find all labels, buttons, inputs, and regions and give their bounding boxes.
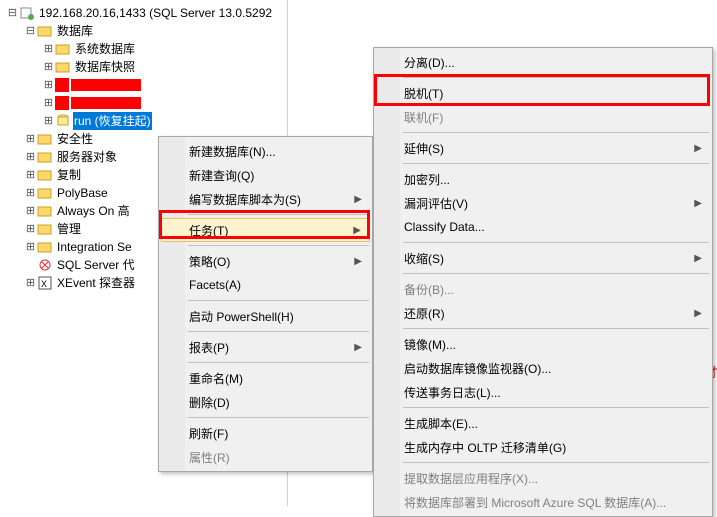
menu-encrypt-columns[interactable]: 加密列... xyxy=(376,167,710,191)
selected-db-node[interactable]: ⊞ run (恢复挂起) xyxy=(42,112,287,130)
menu-separator xyxy=(403,328,709,329)
folder-icon xyxy=(37,131,53,147)
submenu-arrow-icon: ▶ xyxy=(354,342,362,353)
submenu-arrow-icon: ▶ xyxy=(694,198,702,209)
menu-bring-online: 联机(F) xyxy=(376,105,710,129)
menu-separator xyxy=(188,331,369,332)
menu-launch-mirror-monitor[interactable]: 启动数据库镜像监视器(O)... xyxy=(376,356,710,380)
menu-restore[interactable]: 还原(R)▶ xyxy=(376,301,710,325)
expand-icon[interactable]: ⊞ xyxy=(24,274,37,292)
folder-icon xyxy=(37,185,53,201)
server-label: 192.168.20.16,1433 (SQL Server 13.0.5292 xyxy=(37,4,274,22)
menu-extract-dac: 提取数据层应用程序(X)... xyxy=(376,466,710,490)
db-snapshots-node[interactable]: ⊞ 数据库快照 xyxy=(42,58,287,76)
expand-icon[interactable]: ⊞ xyxy=(42,94,55,112)
collapse-icon[interactable]: ⊟ xyxy=(6,4,19,22)
menu-delete[interactable]: 删除(D) xyxy=(161,390,370,414)
database-context-menu: 新建数据库(N)... 新建查询(Q) 编写数据库脚本为(S)▶ 任务(T)▶ … xyxy=(158,136,373,472)
menu-generate-oltp-checklist[interactable]: 生成内存中 OLTP 迁移清单(G) xyxy=(376,435,710,459)
redacted-db-node-2[interactable]: ⊞ xyxy=(42,94,287,112)
folder-icon xyxy=(55,41,71,57)
menu-separator xyxy=(188,300,369,301)
menu-classify-data[interactable]: Classify Data... xyxy=(376,215,710,239)
menu-vulnerability-assessment[interactable]: 漏洞评估(V)▶ xyxy=(376,191,710,215)
expand-icon[interactable]: ⊞ xyxy=(24,238,37,256)
menu-separator xyxy=(403,273,709,274)
expand-icon[interactable]: ⊞ xyxy=(42,40,55,58)
menu-stretch[interactable]: 延伸(S)▶ xyxy=(376,136,710,160)
menu-new-query[interactable]: 新建查询(Q) xyxy=(161,163,370,187)
menu-deploy-azure: 将数据库部署到 Microsoft Azure SQL 数据库(A)... xyxy=(376,490,710,514)
menu-detach[interactable]: 分离(D)... xyxy=(376,50,710,74)
server-node[interactable]: ⊟ 192.168.20.16,1433 (SQL Server 13.0.52… xyxy=(6,4,287,22)
expand-icon[interactable]: ⊞ xyxy=(24,166,37,184)
submenu-arrow-icon: ▶ xyxy=(354,256,362,267)
submenu-arrow-icon: ▶ xyxy=(354,194,362,205)
database-icon xyxy=(55,113,71,129)
expand-icon[interactable]: ⊞ xyxy=(42,58,55,76)
folder-icon xyxy=(37,23,53,39)
folder-icon xyxy=(55,59,71,75)
expand-icon[interactable]: ⊞ xyxy=(24,202,37,220)
system-databases-node[interactable]: ⊞ 系统数据库 xyxy=(42,40,287,58)
folder-icon xyxy=(37,167,53,183)
expand-icon[interactable]: ⊞ xyxy=(24,220,37,238)
menu-generate-scripts[interactable]: 生成脚本(E)... xyxy=(376,411,710,435)
menu-tasks[interactable]: 任务(T)▶ xyxy=(161,218,370,242)
menu-take-offline[interactable]: 脱机(T) xyxy=(376,81,710,105)
folder-icon xyxy=(37,221,53,237)
menu-policies[interactable]: 策略(O)▶ xyxy=(161,249,370,273)
menu-mirror[interactable]: 镜像(M)... xyxy=(376,332,710,356)
agent-icon xyxy=(37,257,53,273)
redacted-text xyxy=(71,97,141,109)
redacted-text xyxy=(71,79,141,91)
xevent-icon: X xyxy=(37,275,53,291)
collapse-icon[interactable]: ⊟ xyxy=(24,22,37,40)
menu-start-powershell[interactable]: 启动 PowerShell(H) xyxy=(161,304,370,328)
menu-facets[interactable]: Facets(A) xyxy=(161,273,370,297)
menu-separator xyxy=(188,362,369,363)
redacted-db-node-1[interactable]: ⊞ xyxy=(42,76,287,94)
databases-node[interactable]: ⊟ 数据库 xyxy=(24,22,287,40)
menu-properties: 属性(R) xyxy=(161,445,370,469)
expand-icon[interactable]: ⊞ xyxy=(42,112,55,130)
menu-separator xyxy=(403,77,709,78)
menu-reports[interactable]: 报表(P)▶ xyxy=(161,335,370,359)
menu-new-database[interactable]: 新建数据库(N)... xyxy=(161,139,370,163)
tasks-submenu: 分离(D)... 脱机(T) 联机(F) 延伸(S)▶ 加密列... 漏洞评估(… xyxy=(373,47,713,517)
submenu-arrow-icon: ▶ xyxy=(694,308,702,319)
menu-separator xyxy=(188,214,369,215)
menu-separator xyxy=(403,132,709,133)
menu-separator xyxy=(403,407,709,408)
menu-separator xyxy=(188,417,369,418)
menu-rename[interactable]: 重命名(M) xyxy=(161,366,370,390)
folder-icon xyxy=(37,239,53,255)
menu-ship-transaction-logs[interactable]: 传送事务日志(L)... xyxy=(376,380,710,404)
submenu-arrow-icon: ▶ xyxy=(353,225,361,236)
folder-icon xyxy=(37,203,53,219)
menu-separator xyxy=(188,245,369,246)
menu-separator xyxy=(403,462,709,463)
menu-script-database-as[interactable]: 编写数据库脚本为(S)▶ xyxy=(161,187,370,211)
menu-separator xyxy=(403,242,709,243)
redacted-icon xyxy=(55,96,69,110)
server-icon xyxy=(19,5,35,21)
submenu-arrow-icon: ▶ xyxy=(694,253,702,264)
expand-icon[interactable]: ⊞ xyxy=(24,148,37,166)
folder-icon xyxy=(37,149,53,165)
svg-text:X: X xyxy=(41,279,47,289)
menu-separator xyxy=(403,163,709,164)
expand-icon[interactable]: ⊞ xyxy=(42,76,55,94)
submenu-arrow-icon: ▶ xyxy=(694,143,702,154)
expand-icon[interactable]: ⊞ xyxy=(24,184,37,202)
menu-backup: 备份(B)... xyxy=(376,277,710,301)
menu-refresh[interactable]: 刷新(F) xyxy=(161,421,370,445)
expand-icon[interactable]: ⊞ xyxy=(24,130,37,148)
menu-shrink[interactable]: 收缩(S)▶ xyxy=(376,246,710,270)
redacted-icon xyxy=(55,78,69,92)
